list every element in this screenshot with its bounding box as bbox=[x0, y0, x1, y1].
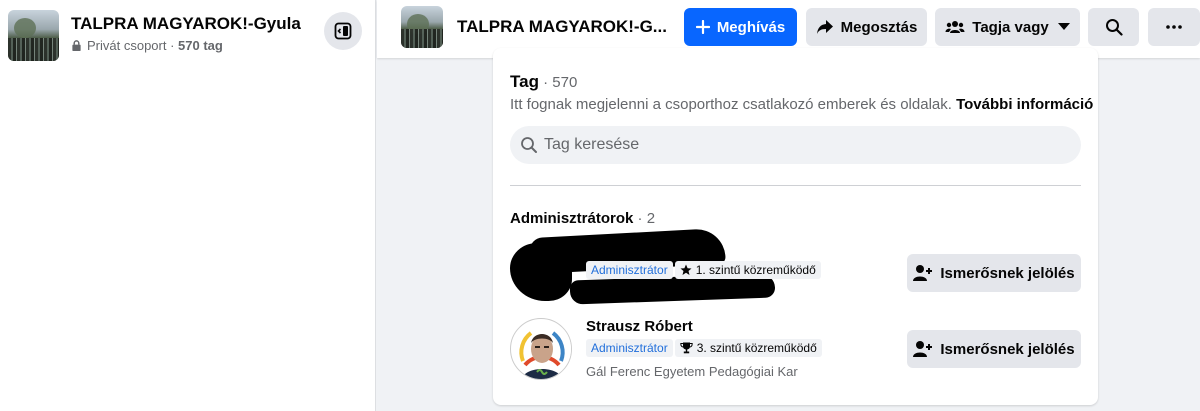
members-description: Itt fognak megjelenni a csoporthoz csatl… bbox=[510, 96, 1093, 113]
member-row: Strausz Róbert Adminisztrátor 3. szintű … bbox=[510, 318, 1081, 384]
more-dots-icon bbox=[1166, 25, 1182, 29]
sidebar-panel-icon bbox=[334, 22, 352, 40]
header-group-thumbnail[interactable] bbox=[401, 6, 443, 48]
members-heading: Tag · 570 bbox=[510, 72, 1081, 92]
contributor-badge: 1. szintű közreműködő bbox=[674, 261, 821, 279]
share-label: Megosztás bbox=[840, 18, 918, 36]
joined-label: Tagja vagy bbox=[972, 18, 1049, 36]
add-friend-icon bbox=[913, 341, 933, 357]
header-group-name[interactable]: TALPRA MAGYAROK!-G... bbox=[457, 17, 667, 37]
more-options-button[interactable] bbox=[1148, 8, 1200, 46]
contributor-badge: 3. szintű közreműködő bbox=[674, 339, 822, 357]
admin-badge: Adminisztrátor bbox=[586, 339, 673, 357]
add-friend-icon bbox=[913, 265, 933, 281]
left-sidebar: TALPRA MAGYAROK!-Gyula Privát csoport · … bbox=[0, 0, 376, 411]
admins-count: · 2 bbox=[633, 210, 656, 227]
star-icon bbox=[680, 264, 692, 275]
sidebar-group-meta: Privát csoport · 570 tag bbox=[71, 38, 301, 53]
sidebar-group-name[interactable]: TALPRA MAGYAROK!-Gyula bbox=[71, 14, 301, 34]
member-badges: Adminisztrátor 3. szintű közreműködő bbox=[586, 339, 822, 357]
share-arrow-icon bbox=[816, 20, 833, 34]
member-badges: Adminisztrátor 1. szintű közreműködő bbox=[586, 261, 821, 279]
members-description-text: Itt fognak megjelenni a csoporthoz csatl… bbox=[510, 96, 952, 113]
search-icon bbox=[521, 137, 537, 153]
more-info-link[interactable]: További információ bbox=[956, 96, 1093, 113]
members-count: · 570 bbox=[538, 74, 578, 91]
joined-dropdown-button[interactable]: Tagja vagy bbox=[935, 8, 1080, 46]
caret-down-icon bbox=[1057, 23, 1070, 30]
invite-button[interactable]: Meghívás bbox=[684, 8, 797, 46]
lock-icon bbox=[72, 40, 81, 51]
plus-icon bbox=[695, 20, 710, 34]
search-button[interactable] bbox=[1088, 8, 1139, 46]
add-friend-label: Ismerősnek jelölés bbox=[940, 340, 1075, 358]
share-button[interactable]: Megosztás bbox=[806, 8, 927, 46]
search-icon bbox=[1105, 19, 1123, 36]
members-title: Tag bbox=[510, 72, 539, 91]
invite-label: Meghívás bbox=[716, 18, 786, 36]
meta-separator: · bbox=[166, 38, 179, 53]
members-group-icon bbox=[945, 21, 965, 33]
member-avatar[interactable] bbox=[510, 318, 572, 380]
add-friend-button[interactable]: Ismerősnek jelölés bbox=[907, 254, 1081, 292]
member-workplace: Gál Ferenc Egyetem Pedagógiai Kar bbox=[586, 364, 798, 379]
privacy-label: Privát csoport bbox=[87, 38, 167, 53]
admins-heading: Adminisztrátorok · 2 bbox=[510, 210, 1081, 227]
member-count: 570 tag bbox=[178, 38, 223, 53]
member-search-box[interactable] bbox=[510, 126, 1081, 164]
section-divider bbox=[510, 185, 1081, 186]
member-name[interactable]: Strausz Róbert bbox=[586, 318, 693, 335]
member-search-input[interactable] bbox=[544, 136, 944, 154]
admin-badge: Adminisztrátor bbox=[586, 261, 673, 279]
sidebar-collapse-button[interactable] bbox=[324, 12, 362, 50]
members-card: Tag · 570 Itt fognak megjelenni a csopor… bbox=[493, 48, 1098, 405]
add-friend-label: Ismerősnek jelölés bbox=[940, 264, 1075, 282]
admins-title: Adminisztrátorok bbox=[510, 210, 634, 227]
contributor-label: 3. szintű közreműködő bbox=[696, 341, 817, 355]
trophy-icon bbox=[679, 342, 693, 354]
sidebar-group-header[interactable]: TALPRA MAGYAROK!-Gyula Privát csoport · … bbox=[8, 10, 301, 61]
group-cover-thumbnail[interactable] bbox=[8, 10, 59, 61]
contributor-label: 1. szintű közreműködő bbox=[695, 263, 816, 277]
member-row: Adminisztrátor 1. szintű közreműködő Ism… bbox=[510, 227, 1081, 305]
add-friend-button[interactable]: Ismerősnek jelölés bbox=[907, 330, 1081, 368]
